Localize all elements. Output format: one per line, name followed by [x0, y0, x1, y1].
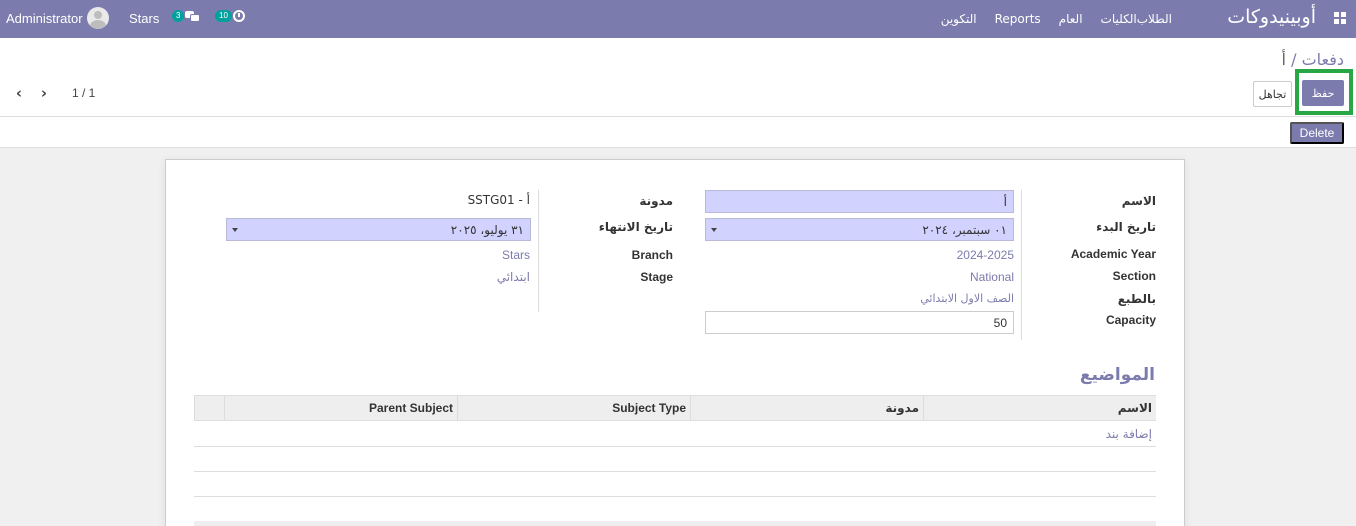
section-label: Section — [1112, 269, 1156, 283]
section-value[interactable]: National — [970, 270, 1014, 284]
code-label: مدونة — [639, 194, 673, 208]
chevron-down-icon — [711, 228, 717, 232]
save-button[interactable]: حفظ — [1302, 80, 1344, 106]
main-menu: الطلاب الكليات العام Reports التكوين — [923, 0, 1172, 38]
subjects-table-header: الاسم مدونة Subject Type Parent Subject — [194, 395, 1156, 421]
pager-next-icon[interactable]: › — [36, 85, 52, 101]
chat-icon — [185, 10, 201, 22]
column-header-actions — [194, 396, 224, 420]
menu-item-colleges[interactable]: الكليات — [1101, 12, 1137, 26]
form-sheet: الاسم تاريخ البدء Academic Year Section … — [165, 159, 1185, 526]
table-row — [194, 496, 1156, 497]
start-date-field[interactable]: ٠١ سبتمبر، ٢٠٢٤ — [705, 218, 1014, 241]
table-row — [194, 471, 1156, 472]
end-date-label: تاريخ الانتهاء — [598, 220, 673, 234]
grade-value[interactable]: الصف الاول الابتدائي — [920, 292, 1014, 305]
messages-count-badge: 3 — [172, 10, 185, 22]
company-switcher[interactable]: Stars — [129, 11, 159, 26]
breadcrumb-separator: / — [1286, 50, 1302, 69]
divider — [0, 116, 1356, 117]
stage-label: Stage — [640, 270, 673, 284]
start-date-label: تاريخ البدء — [1096, 220, 1156, 234]
capacity-label: Capacity — [1105, 313, 1156, 327]
messages-indicator[interactable]: 3 — [172, 10, 201, 22]
breadcrumb: دفعات / أ — [1282, 50, 1344, 69]
app-brand[interactable]: أوبينيدوكات — [1227, 6, 1316, 28]
apps-menu-icon[interactable] — [1334, 12, 1346, 24]
branch-label: Branch — [631, 248, 673, 262]
user-name[interactable]: Administrator — [6, 11, 83, 26]
column-header-subject-type[interactable]: Subject Type — [457, 396, 690, 420]
avatar[interactable] — [86, 7, 109, 29]
activities-indicator[interactable]: 10 — [215, 10, 245, 22]
add-line-link[interactable]: إضافة بند — [1106, 427, 1152, 441]
control-panel: دفعات / أ حفظ تجاهل ‹ › 1 / 1 Delete — [0, 38, 1356, 148]
chevron-down-icon — [232, 228, 238, 232]
grade-label: بالطبع — [1117, 292, 1156, 306]
column-header-parent-subject[interactable]: Parent Subject — [224, 396, 457, 420]
subjects-title: المواضيع — [1079, 365, 1155, 385]
column-header-code[interactable]: مدونة — [690, 396, 923, 420]
breadcrumb-parent[interactable]: دفعات — [1302, 50, 1344, 69]
start-date-value: ٠١ سبتمبر، ٢٠٢٤ — [922, 222, 1007, 237]
menu-item-reports[interactable]: Reports — [995, 12, 1041, 26]
column-divider — [538, 190, 539, 312]
stage-value[interactable]: ابتدائي — [497, 270, 530, 284]
table-row — [194, 446, 1156, 447]
menu-item-configuration[interactable]: التكوين — [941, 12, 977, 26]
activities-count-badge: 10 — [215, 10, 232, 22]
pager-value[interactable]: 1 / 1 — [72, 86, 95, 100]
clock-icon — [232, 10, 245, 22]
end-date-field[interactable]: ٣١ يوليو، ٢٠٢٥ — [226, 218, 531, 241]
end-date-value: ٣١ يوليو، ٢٠٢٥ — [450, 222, 524, 237]
capacity-field[interactable]: 50 — [705, 311, 1014, 334]
branch-value[interactable]: Stars — [502, 248, 530, 262]
column-divider — [1021, 190, 1022, 340]
code-value: SSTG01 - أ — [467, 193, 530, 207]
academic-year-value[interactable]: 2024-2025 — [957, 248, 1014, 262]
name-field[interactable]: أ — [705, 190, 1014, 213]
academic-year-label: Academic Year — [1070, 247, 1156, 261]
discard-button[interactable]: تجاهل — [1253, 81, 1292, 107]
table-footer — [194, 521, 1156, 526]
pager-previous-icon[interactable]: ‹ — [11, 85, 27, 101]
top-navbar: أوبينيدوكات الطلاب الكليات العام Reports… — [0, 0, 1356, 38]
column-header-name[interactable]: الاسم — [923, 396, 1156, 420]
user-menu[interactable]: Administrator — [6, 7, 109, 29]
menu-item-general[interactable]: العام — [1059, 12, 1083, 26]
name-label: الاسم — [1121, 194, 1156, 208]
menu-item-students[interactable]: الطلاب — [1137, 12, 1172, 26]
delete-button[interactable]: Delete — [1290, 122, 1344, 144]
